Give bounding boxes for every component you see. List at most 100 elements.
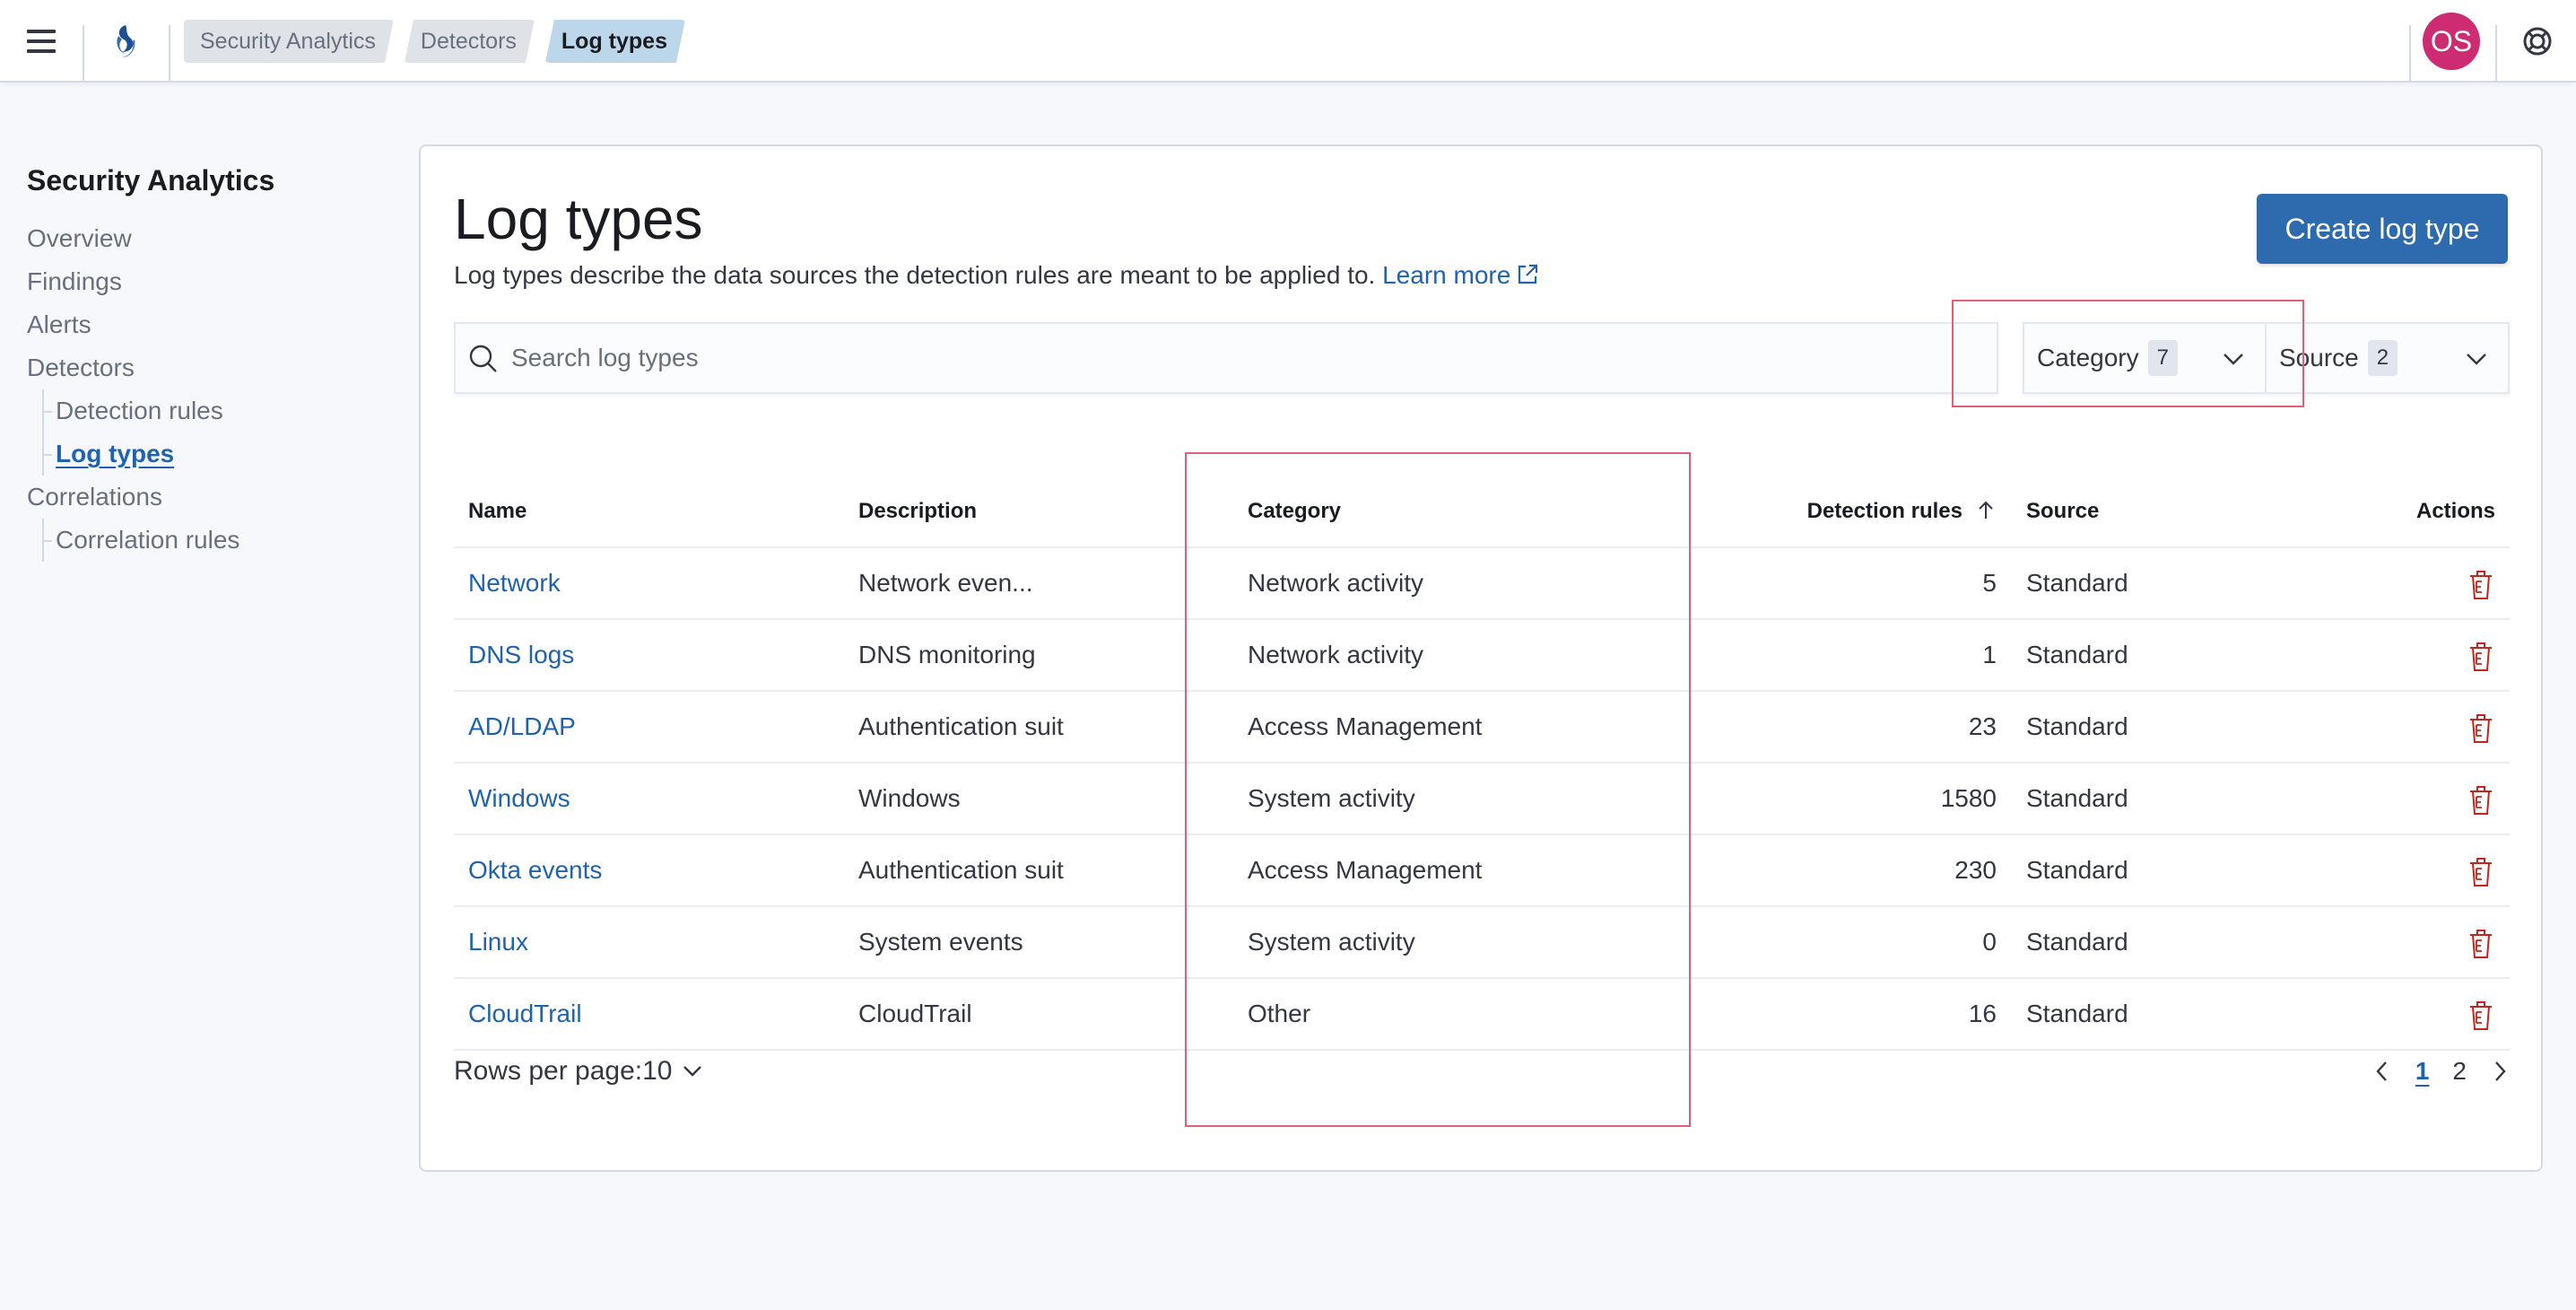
log-type-detection-rules: 23 bbox=[1968, 712, 1997, 740]
help-lifebuoy-icon[interactable] bbox=[2522, 26, 2553, 57]
delete-trash-icon[interactable] bbox=[2467, 857, 2495, 887]
log-type-detection-rules: 1580 bbox=[1940, 784, 1997, 812]
log-type-description: Network even... bbox=[858, 569, 1033, 597]
header-divider bbox=[169, 25, 170, 83]
external-link-icon bbox=[1519, 264, 1538, 284]
column-header-name[interactable]: Name bbox=[468, 476, 527, 546]
top-header: Security Analytics Detectors Log types O… bbox=[0, 0, 2576, 83]
learn-more-label: Learn more bbox=[1382, 261, 1511, 289]
source-filter-button[interactable]: Source 2 bbox=[2267, 324, 2508, 392]
sidebar-item-alerts[interactable]: Alerts bbox=[27, 303, 386, 346]
delete-trash-icon[interactable] bbox=[2467, 642, 2495, 672]
log-type-detection-rules: 0 bbox=[1982, 928, 1997, 956]
search-icon bbox=[469, 345, 497, 372]
sidebar-item-log-types[interactable]: Log types bbox=[27, 432, 386, 476]
log-type-category: Other bbox=[1248, 1000, 1311, 1027]
hamburger-menu-icon[interactable] bbox=[27, 30, 56, 53]
table-row: Linux System events System activity 0 Standa… bbox=[454, 907, 2510, 979]
pagination: 1 2 bbox=[2372, 1049, 2510, 1094]
next-page-icon[interactable] bbox=[2490, 1060, 2510, 1083]
delete-trash-icon[interactable] bbox=[2467, 1000, 2495, 1031]
log-type-name-link[interactable]: Network bbox=[468, 569, 561, 597]
rows-per-page-selector[interactable]: Rows per page:10 bbox=[454, 1049, 703, 1094]
table-row: AD/LDAP Authentication suit Access Managem… bbox=[454, 692, 2510, 764]
header-divider bbox=[83, 25, 84, 83]
log-type-name-link[interactable]: Okta events bbox=[468, 856, 602, 884]
description-text: Log types describe the data sources the … bbox=[454, 261, 1376, 289]
column-header-detection-rules[interactable]: Detection rules bbox=[1807, 476, 1997, 546]
category-filter-label: Category bbox=[2037, 344, 2139, 371]
log-type-source: Standard bbox=[2026, 784, 2128, 812]
learn-more-link[interactable]: Learn more bbox=[1382, 261, 1539, 289]
log-type-name-link[interactable]: DNS logs bbox=[468, 641, 574, 668]
table-row: DNS logs DNS monitoring Network activity 1 S… bbox=[454, 620, 2510, 692]
source-filter-count: 2 bbox=[2367, 340, 2398, 376]
table-body: Network Network even... Network activity 5 S… bbox=[454, 548, 2510, 1051]
log-types-panel: Log types Log types describe the data so… bbox=[419, 144, 2543, 1172]
sidebar-title: Security Analytics bbox=[27, 164, 275, 196]
log-type-source: Standard bbox=[2026, 712, 2128, 740]
log-type-category: System activity bbox=[1248, 928, 1415, 956]
delete-trash-icon[interactable] bbox=[2467, 929, 2495, 959]
breadcrumb-log-types: Log types bbox=[545, 20, 685, 63]
sidebar-list: Overview Findings Alerts Detectors Detec… bbox=[27, 217, 386, 562]
sidebar-item-overview[interactable]: Overview bbox=[27, 217, 386, 260]
detection-rules-header-label: Detection rules bbox=[1806, 499, 1962, 523]
sidebar-item-detectors[interactable]: Detectors bbox=[27, 346, 386, 389]
header-divider bbox=[2495, 25, 2497, 83]
create-log-type-button[interactable]: Create log type bbox=[2257, 194, 2508, 264]
sort-ascending-icon bbox=[1979, 501, 1993, 519]
delete-trash-icon[interactable] bbox=[2467, 785, 2495, 816]
log-type-name-link[interactable]: Linux bbox=[468, 928, 528, 956]
log-type-detection-rules: 230 bbox=[1954, 856, 1997, 884]
page-2-button[interactable]: 2 bbox=[2452, 1049, 2467, 1094]
log-type-category: System activity bbox=[1248, 784, 1415, 812]
log-type-detection-rules: 16 bbox=[1968, 1000, 1997, 1027]
log-type-name-link[interactable]: AD/LDAP bbox=[468, 712, 576, 740]
log-type-description: Authentication suit bbox=[858, 856, 1064, 884]
log-type-source: Standard bbox=[2026, 569, 2128, 597]
sidebar-item-correlations[interactable]: Correlations bbox=[27, 476, 386, 519]
rows-per-page-value: 10 bbox=[642, 1056, 673, 1086]
log-type-name-link[interactable]: Windows bbox=[468, 784, 570, 812]
source-filter-label: Source bbox=[2279, 344, 2359, 371]
log-type-category: Network activity bbox=[1248, 569, 1424, 597]
delete-trash-icon[interactable] bbox=[2467, 713, 2495, 744]
page-1-button[interactable]: 1 bbox=[2415, 1049, 2430, 1094]
previous-page-icon[interactable] bbox=[2372, 1060, 2392, 1083]
column-header-source[interactable]: Source bbox=[2026, 476, 2099, 546]
table-row: CloudTrail CloudTrail Other 16 Standard bbox=[454, 979, 2510, 1051]
table-footer: Rows per page:10 1 2 bbox=[454, 1049, 2510, 1094]
log-type-name-link[interactable]: CloudTrail bbox=[468, 1000, 582, 1027]
sidebar-item-findings[interactable]: Findings bbox=[27, 260, 386, 303]
table-row: Okta events Authentication suit Access Man… bbox=[454, 835, 2510, 907]
log-type-category: Access Management bbox=[1248, 856, 1483, 884]
breadcrumb: Security Analytics Detectors Log types bbox=[184, 20, 685, 63]
delete-trash-icon[interactable] bbox=[2467, 570, 2495, 600]
sidebar-item-correlation-rules[interactable]: Correlation rules bbox=[27, 519, 386, 562]
rows-per-page-label: Rows per page: bbox=[454, 1056, 643, 1086]
table-header: Name Description Category Detection rule… bbox=[454, 476, 2510, 548]
search-input[interactable] bbox=[511, 324, 1982, 392]
category-filter-count: 7 bbox=[2147, 340, 2178, 376]
opensearch-logo-icon[interactable] bbox=[106, 23, 147, 59]
category-filter-button[interactable]: Category 7 bbox=[2024, 324, 2267, 392]
log-type-detection-rules: 5 bbox=[1982, 569, 1997, 597]
log-type-category: Access Management bbox=[1248, 712, 1483, 740]
header-divider bbox=[2409, 25, 2411, 83]
log-type-description: CloudTrail bbox=[858, 1000, 972, 1027]
sidebar-item-detection-rules[interactable]: Detection rules bbox=[27, 389, 386, 432]
breadcrumb-security-analytics[interactable]: Security Analytics bbox=[184, 20, 394, 63]
column-header-actions: Actions bbox=[2415, 499, 2495, 523]
column-header-category[interactable]: Category bbox=[1248, 476, 1341, 546]
page-title: Log types bbox=[454, 187, 703, 251]
log-type-source: Standard bbox=[2026, 641, 2128, 668]
breadcrumb-detectors[interactable]: Detectors bbox=[405, 20, 535, 63]
sidebar-nav: Security Analytics Overview Findings Ale… bbox=[27, 162, 386, 562]
log-type-source: Standard bbox=[2026, 856, 2128, 884]
user-avatar[interactable]: OS bbox=[2423, 13, 2480, 70]
log-type-description: Authentication suit bbox=[858, 712, 1064, 740]
chevron-down-icon bbox=[2467, 354, 2486, 365]
search-field bbox=[454, 322, 1998, 394]
column-header-description[interactable]: Description bbox=[858, 476, 977, 546]
